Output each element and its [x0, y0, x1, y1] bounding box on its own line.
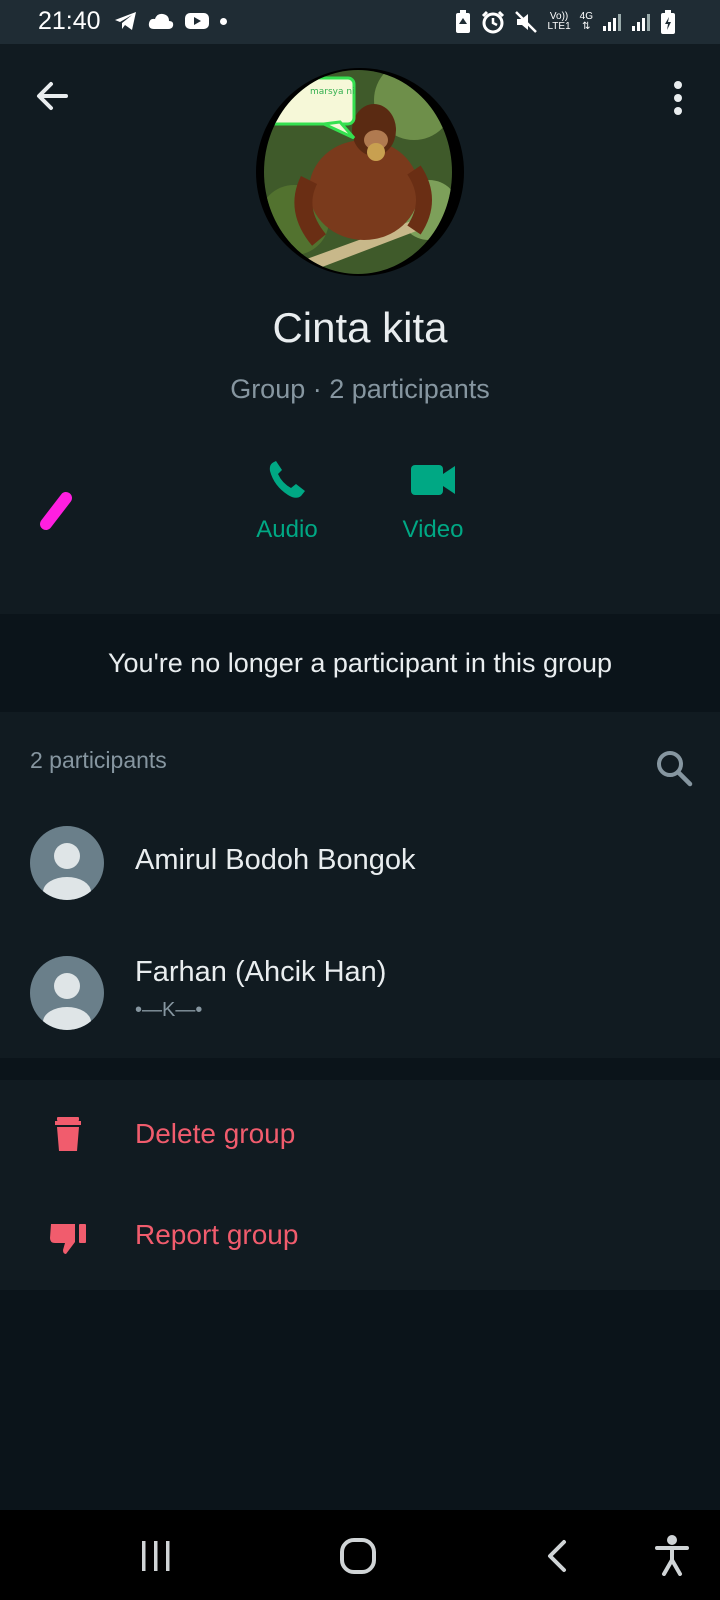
status-bar: 21:40 Vo)) LTE1 4G ⇅	[0, 0, 720, 44]
system-navigation-bar	[0, 1510, 720, 1600]
delete-group-button[interactable]: Delete group	[0, 1085, 720, 1185]
participant-status: •—K—•	[135, 999, 203, 1021]
battery-icon	[661, 10, 675, 34]
recent-apps-icon[interactable]	[138, 1538, 174, 1574]
avatar	[30, 956, 104, 1030]
4g-icon: 4G ⇅	[580, 12, 593, 32]
back-nav-icon[interactable]	[544, 1538, 572, 1574]
youtube-icon	[185, 13, 209, 29]
status-right-icons: Vo)) LTE1 4G ⇅	[454, 9, 676, 35]
video-label: Video	[402, 516, 464, 543]
accessibility-icon[interactable]	[654, 1534, 690, 1576]
search-icon[interactable]	[654, 748, 694, 788]
video-call-button[interactable]: Video	[378, 458, 488, 544]
thumbs-down-icon	[50, 1224, 86, 1254]
signal-icon	[603, 14, 621, 31]
avatar-sticker-text: marsya ni	[310, 87, 355, 97]
delete-group-label: Delete group	[135, 1118, 296, 1149]
battery-saver-icon	[456, 10, 471, 33]
participant-name: Amirul Bodoh Bongok	[135, 844, 416, 876]
participant-name: Farhan (Ahcik Han)	[135, 956, 387, 988]
lte-label: LTE1	[547, 21, 571, 32]
alarm-icon	[482, 10, 505, 34]
cloud-icon	[148, 13, 174, 29]
volte-icon: Vo)) LTE1	[547, 12, 570, 32]
status-time: 21:40	[38, 7, 101, 35]
phone-icon	[269, 461, 305, 498]
report-group-label: Report group	[135, 1219, 299, 1250]
participants-count: 2 participants	[30, 747, 167, 773]
group-name: Cinta kita	[272, 304, 448, 351]
signal-icon	[632, 14, 650, 31]
avatar	[30, 826, 104, 900]
home-icon[interactable]	[338, 1536, 378, 1576]
not-participant-text: You're no longer a participant in this g…	[108, 648, 612, 678]
video-icon	[411, 465, 455, 495]
participant-row[interactable]: Farhan (Ahcik Han) •—K—•	[0, 930, 720, 1040]
more-options-icon[interactable]	[660, 78, 696, 118]
telegram-icon	[115, 12, 136, 30]
status-left-icons	[114, 10, 227, 32]
audio-label: Audio	[256, 516, 318, 543]
trash-icon	[55, 1117, 81, 1151]
pink-scribble-mark	[40, 492, 72, 530]
report-group-button[interactable]: Report group	[0, 1188, 720, 1288]
audio-call-button[interactable]: Audio	[232, 458, 342, 544]
participant-row[interactable]: Amirul Bodoh Bongok	[0, 810, 720, 920]
dot-icon	[220, 17, 227, 25]
data-arrows: ⇅	[582, 21, 591, 32]
group-subtitle: Group · 2 participants	[230, 374, 490, 404]
mute-icon	[515, 11, 538, 33]
group-avatar[interactable]: marsya ni	[264, 70, 452, 274]
back-arrow-icon[interactable]	[32, 76, 72, 116]
